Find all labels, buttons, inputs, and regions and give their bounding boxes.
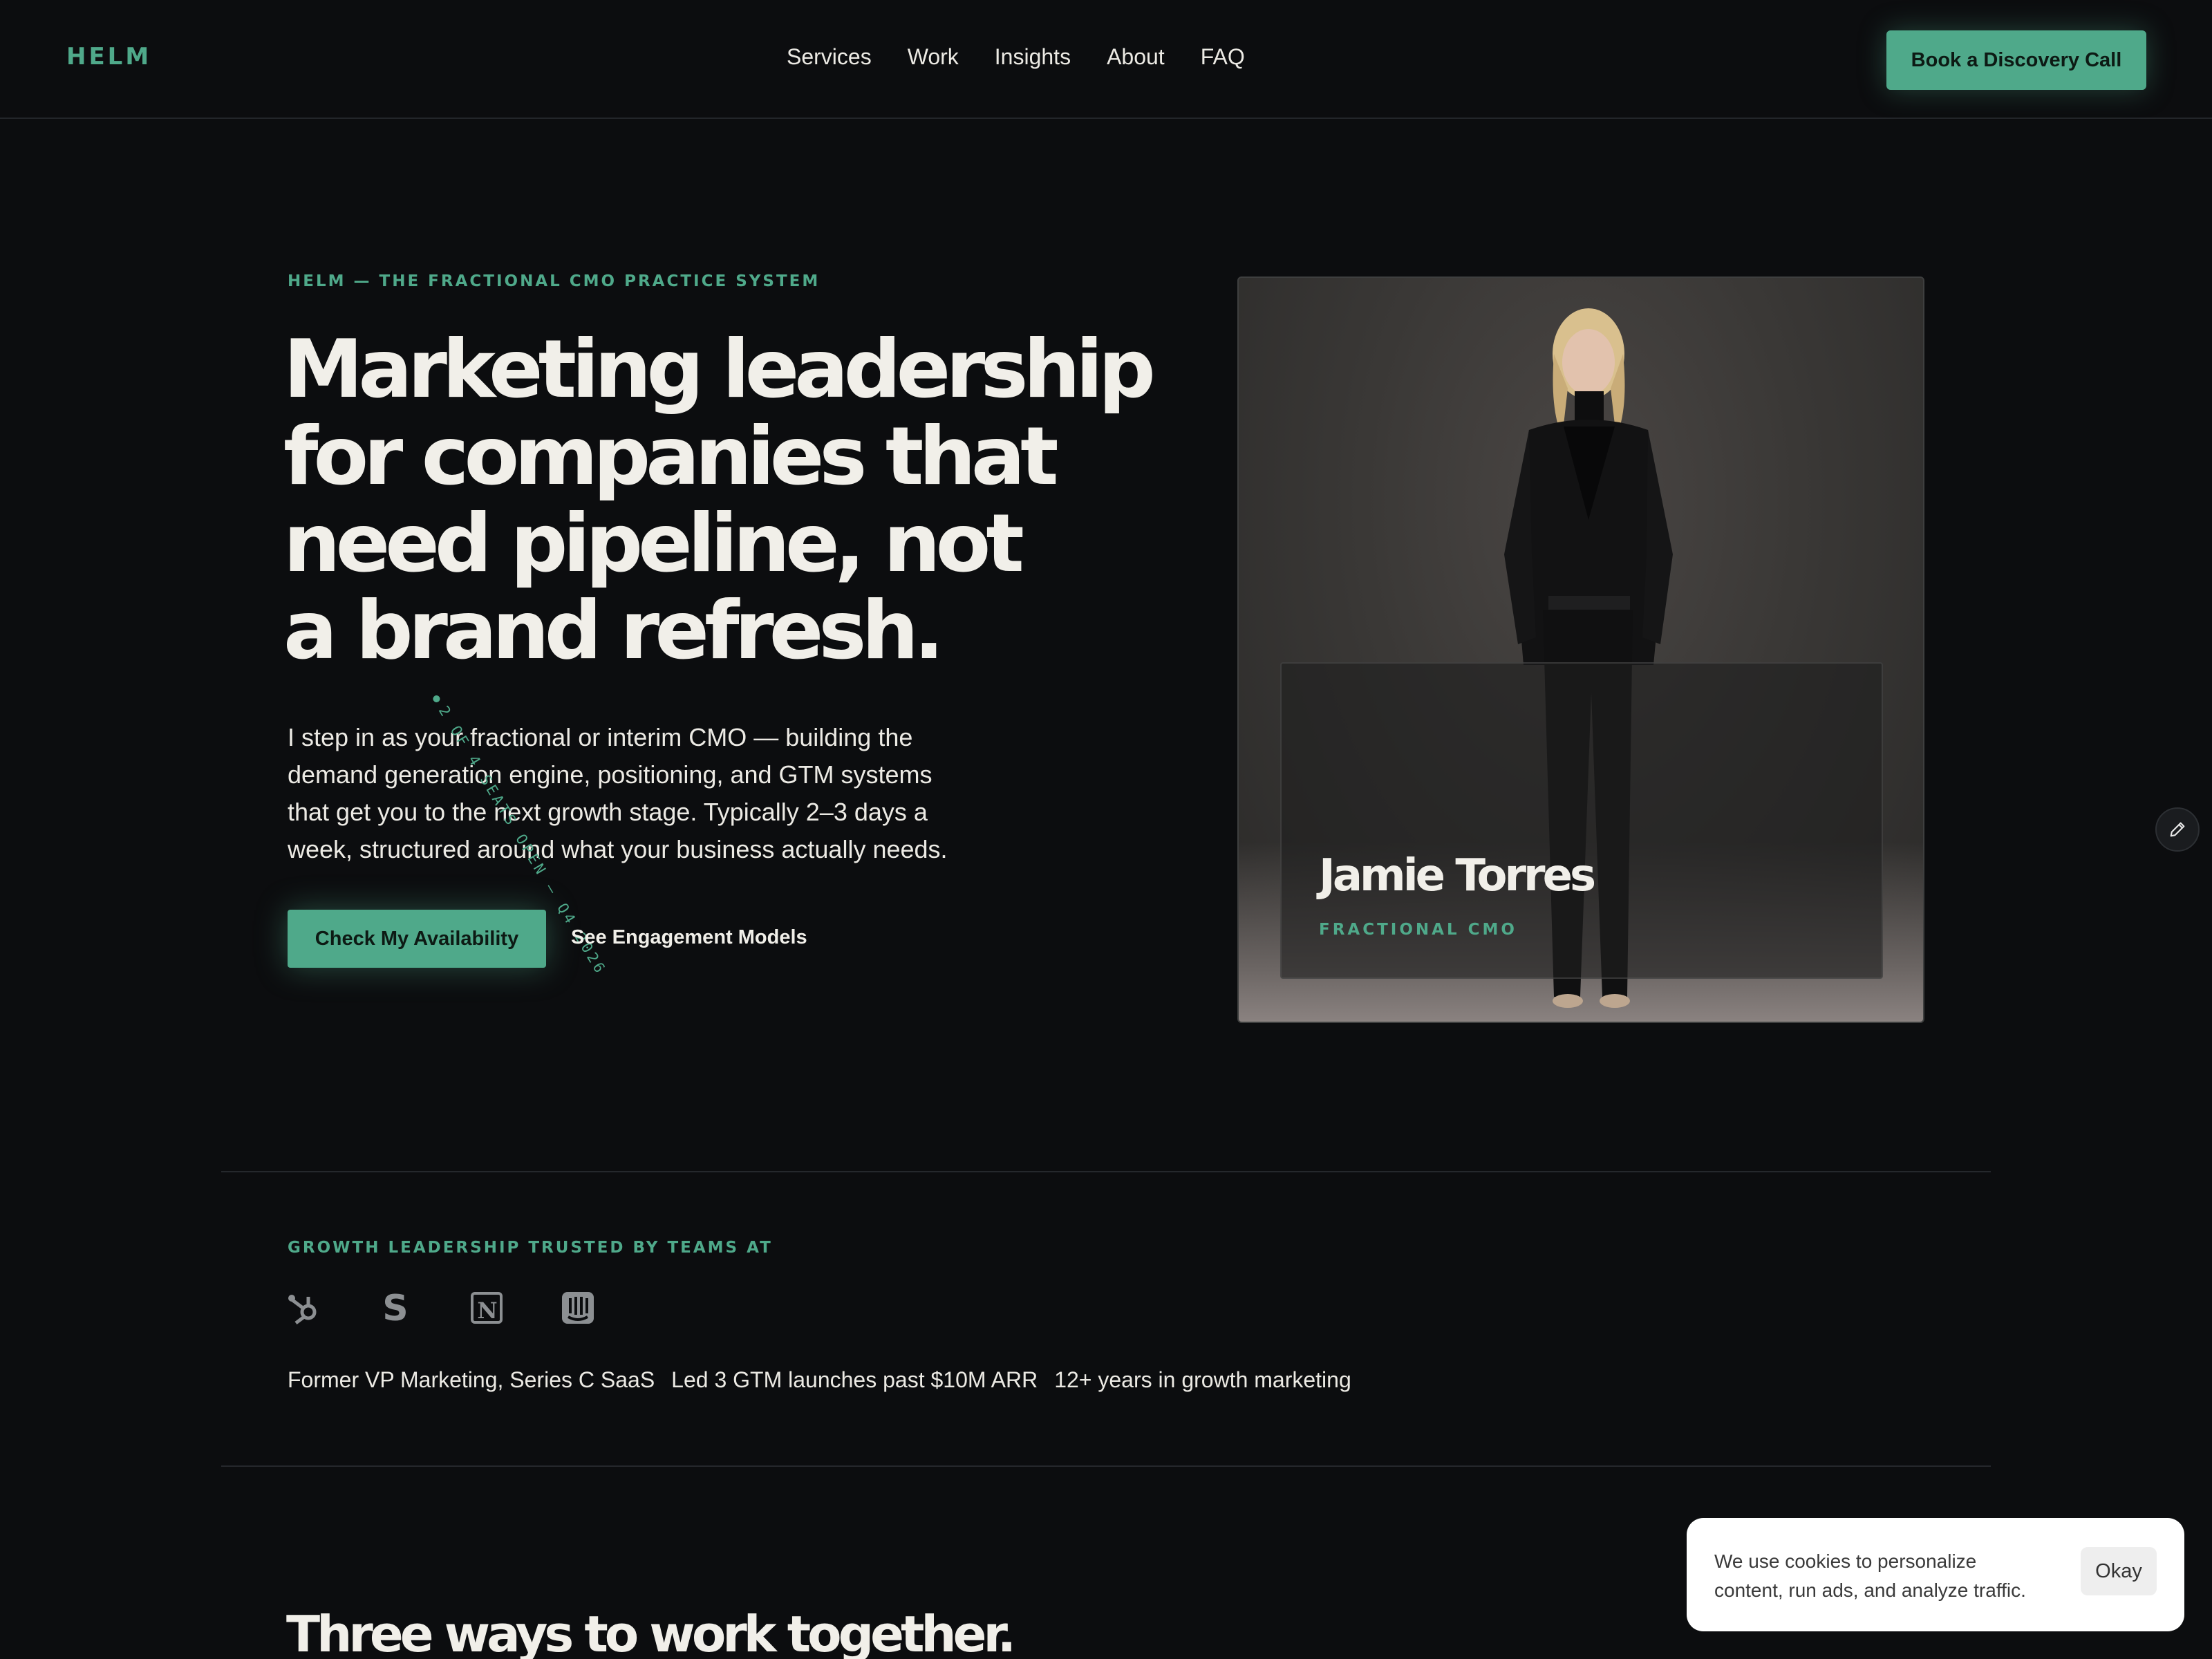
intercom-logo-icon [562,1292,594,1324]
profile-card: Jamie Torres FRACTIONAL CMO [1237,276,1924,1023]
top-navigation: HELM Services Work Insights About FAQ Bo… [0,0,2212,119]
hubspot-logo-icon [288,1295,317,1324]
cookie-message: We use cookies to personalize content, r… [1714,1547,2074,1605]
hero-title-line: Marketing leadership [283,323,1156,416]
section-title: Three ways to work together. [286,1605,1016,1659]
profile-overlay: Jamie Torres FRACTIONAL CMO [1280,662,1883,979]
cookie-message-line: We use cookies to personalize [1714,1550,1977,1572]
hero-description-line: that get you to the next growth stage. T… [288,798,928,826]
trust-label: GROWTH LEADERSHIP TRUSTED BY TEAMS AT [288,1239,773,1257]
hero-title: Marketing leadership for companies that … [283,323,1156,677]
hero-description-line: I step in as your fractional or interim … [288,723,913,751]
book-discovery-call-button[interactable]: Book a Discovery Call [1886,30,2146,90]
hero-title-line: a brand refresh. [283,584,944,677]
credential-item: 12+ years in growth marketing [1054,1367,1351,1392]
section-divider [221,1171,1991,1172]
nav-link-work[interactable]: Work [908,44,959,70]
cookie-message-line: content, run ads, and analyze traffic. [1714,1580,2026,1601]
stripe-logo-icon: S [382,1290,408,1326]
profile-name: Jamie Torres [1319,850,1596,901]
credential-item: Former VP Marketing, Series C SaaS [288,1367,655,1392]
nav-link-about[interactable]: About [1107,44,1165,70]
nav-link-faq[interactable]: FAQ [1201,44,1245,70]
profile-role: FRACTIONAL CMO [1319,921,1517,939]
section-divider [221,1465,1991,1467]
svg-text:N: N [477,1297,497,1324]
edit-button[interactable] [2155,807,2200,852]
nav-link-insights[interactable]: Insights [995,44,1071,70]
hero-title-line: need pipeline, not [283,497,1024,590]
hero-title-line: for companies that [283,410,1059,503]
svg-text:S: S [382,1290,408,1326]
client-logos: S N [286,1290,596,1326]
notion-logo-icon: N [471,1292,503,1324]
status-dot-icon [431,694,442,704]
check-availability-button[interactable]: Check My Availability [288,910,546,968]
cookie-okay-button[interactable]: Okay [2081,1547,2157,1595]
nav-link-services[interactable]: Services [787,44,872,70]
pencil-icon [2170,822,2185,837]
cookie-banner: We use cookies to personalize content, r… [1687,1518,2184,1631]
credential-item: Led 3 GTM launches past $10M ARR [671,1367,1038,1392]
hero-description-line: demand generation engine, positioning, a… [288,760,932,789]
hero-description: I step in as your fractional or interim … [288,719,1020,868]
credentials-list: Former VP Marketing, Series C SaaS Led 3… [288,1367,1351,1393]
nav-links: Services Work Insights About FAQ [787,44,1245,70]
helm-logo[interactable]: HELM [66,43,151,71]
hero-description-line: week, structured around what your busine… [288,835,948,863]
hero-eyebrow: HELM — THE FRACTIONAL CMO PRACTICE SYSTE… [288,272,821,290]
see-engagement-models-link[interactable]: See Engagement Models [571,926,807,949]
